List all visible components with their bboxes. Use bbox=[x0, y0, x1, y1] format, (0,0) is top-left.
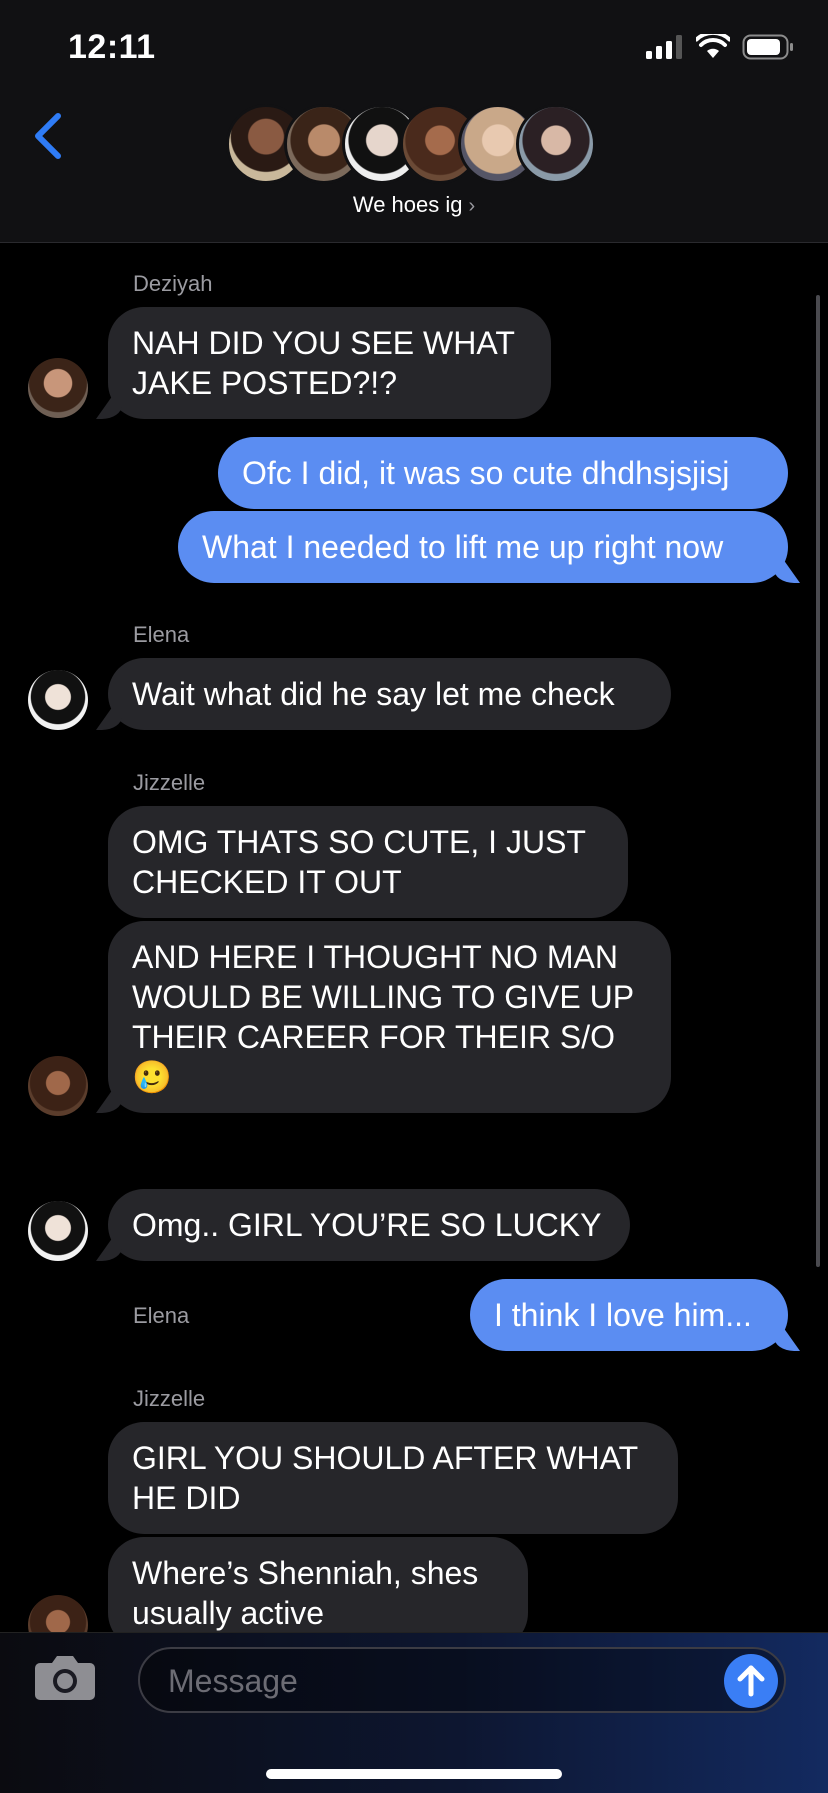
battery-icon bbox=[742, 34, 793, 60]
group-name[interactable]: We hoes ig › bbox=[0, 192, 828, 218]
incoming-message[interactable]: NAH DID YOU SEE WHAT JAKE POSTED?!? bbox=[108, 307, 551, 419]
incoming-message[interactable]: Omg.. GIRL YOU’RE SO LUCKY bbox=[108, 1189, 630, 1261]
wifi-icon bbox=[696, 34, 730, 58]
avatar bbox=[28, 1595, 88, 1632]
group-name-label: We hoes ig bbox=[352, 192, 463, 217]
avatar bbox=[516, 104, 596, 184]
incoming-message[interactable]: GIRL YOU SHOULD AFTER WHAT HE DID bbox=[108, 1422, 678, 1534]
group-avatars[interactable] bbox=[226, 104, 606, 184]
status-bar: 12:11 bbox=[0, 0, 828, 100]
incoming-message[interactable]: AND HERE I THOUGHT NO MAN WOULD BE WILLI… bbox=[108, 921, 671, 1113]
camera-icon[interactable] bbox=[34, 1653, 96, 1701]
incoming-message[interactable]: Wait what did he say let me check bbox=[108, 658, 671, 730]
avatar bbox=[28, 358, 88, 418]
sender-name: Jizzelle bbox=[133, 1386, 206, 1411]
sender-name: Deziyah bbox=[133, 271, 213, 296]
message-input[interactable] bbox=[166, 1659, 710, 1703]
incoming-message[interactable]: Where’s Shenniah, shes usually active bbox=[108, 1537, 528, 1632]
incoming-message[interactable]: OMG THATS SO CUTE, I JUST CHECKED IT OUT bbox=[108, 806, 628, 918]
outgoing-message[interactable]: Ofc I did, it was so cute dhdhsjsjisj bbox=[218, 437, 788, 509]
compose-bar bbox=[0, 1632, 828, 1793]
sender-name: Jizzelle bbox=[133, 770, 206, 795]
send-button[interactable] bbox=[724, 1654, 778, 1708]
back-chevron-icon[interactable] bbox=[30, 110, 70, 162]
outgoing-message[interactable]: What I needed to lift me up right now bbox=[178, 511, 788, 583]
sender-name: Elena bbox=[133, 622, 190, 647]
send-arrow-icon bbox=[737, 1665, 765, 1697]
avatar bbox=[28, 670, 88, 730]
chevron-right-icon: › bbox=[468, 195, 476, 217]
message-field[interactable] bbox=[138, 1647, 786, 1713]
avatar bbox=[28, 1201, 88, 1261]
sender-name: Elena bbox=[133, 1303, 190, 1328]
home-indicator[interactable] bbox=[266, 1769, 562, 1779]
scroll-indicator[interactable] bbox=[816, 295, 820, 1267]
avatar bbox=[28, 1056, 88, 1116]
message-thread[interactable]: Deziyah NAH DID YOU SEE WHAT JAKE POSTED… bbox=[0, 243, 828, 1632]
status-time: 12:11 bbox=[68, 28, 156, 66]
signal-icon bbox=[646, 35, 682, 59]
outgoing-message[interactable]: I think I love him... bbox=[470, 1279, 788, 1351]
